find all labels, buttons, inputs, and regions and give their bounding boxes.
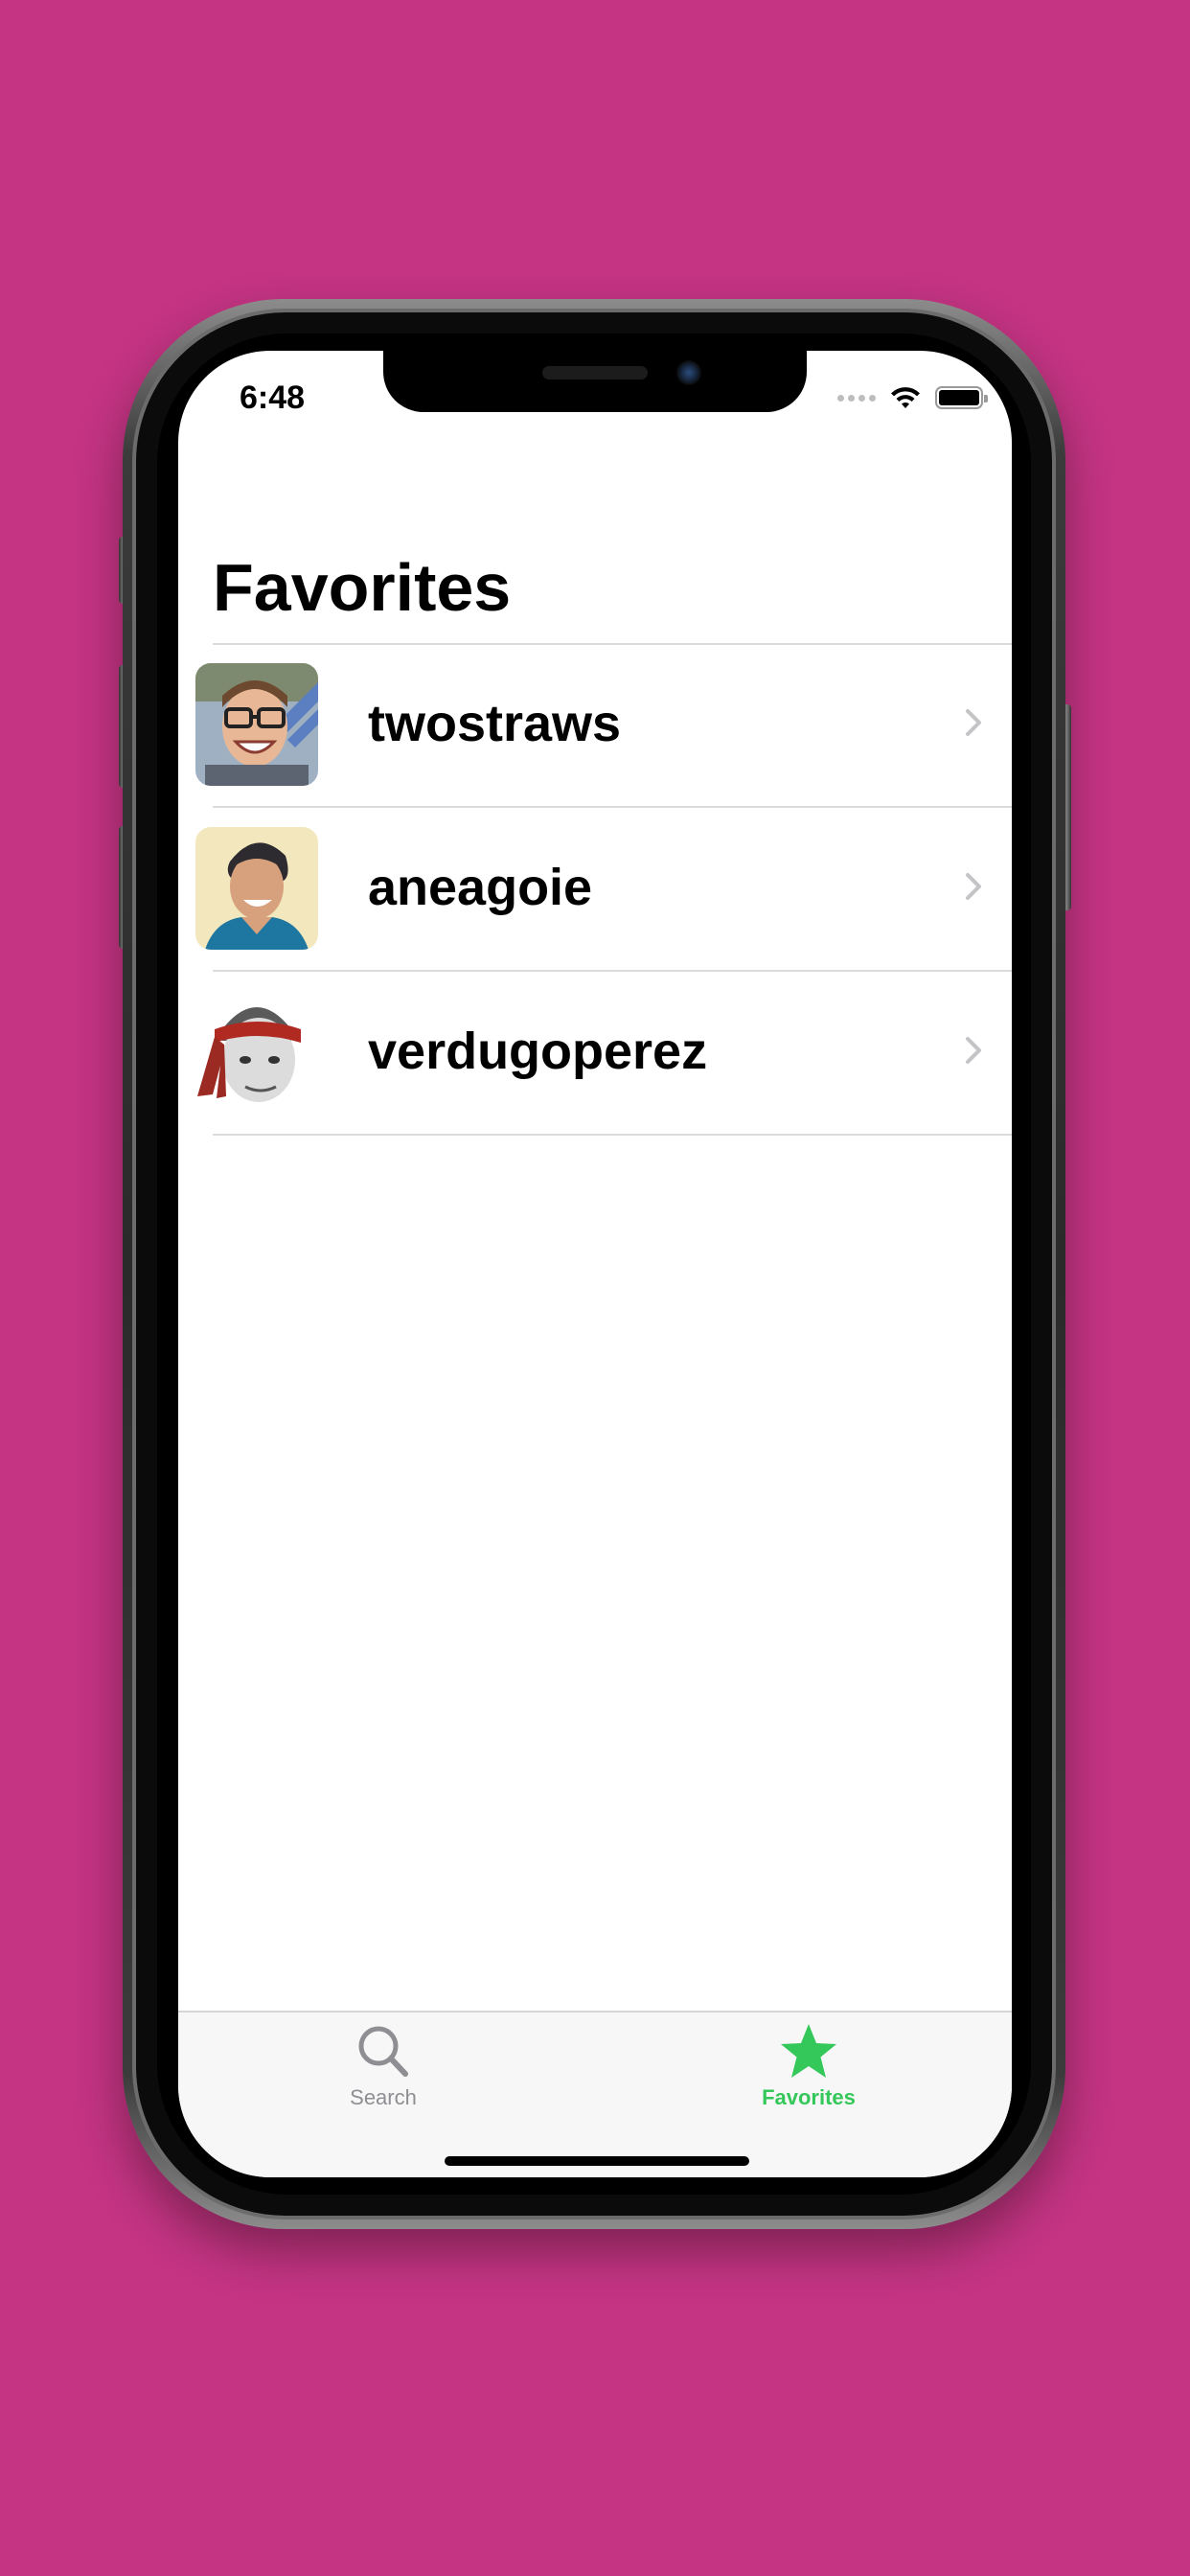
list-item-verdugoperez[interactable]: verdugoperez <box>195 972 1012 1136</box>
battery-icon <box>935 386 988 409</box>
avatar-verdugoperez <box>195 991 318 1114</box>
tab-bar: Search Favorites <box>178 2011 1012 2177</box>
earpiece-speaker <box>542 366 648 380</box>
star-icon <box>781 2024 836 2078</box>
chevron-right-icon <box>966 1037 981 1064</box>
username-label: aneagoie <box>368 859 593 916</box>
tab-favorites[interactable]: Favorites <box>732 2022 885 2110</box>
avatar-aneagoie <box>195 827 318 950</box>
status-icons <box>837 385 988 410</box>
status-time: 6:48 <box>240 380 306 416</box>
tab-favorites-label: Favorites <box>762 2085 856 2109</box>
home-indicator <box>445 2156 749 2166</box>
phone-screen: 6:48 Favorites twostraws aneagoie verdug… <box>178 351 1012 2177</box>
page-title: Favorites <box>213 550 512 625</box>
list-item-twostraws[interactable]: twostraws <box>195 644 1012 808</box>
tab-search-label: Search <box>350 2085 417 2109</box>
tab-search[interactable]: Search <box>307 2022 460 2110</box>
chevron-right-icon <box>966 709 981 736</box>
list-item-aneagoie[interactable]: aneagoie <box>195 808 1012 972</box>
username-label: verdugoperez <box>368 1023 708 1080</box>
wifi-icon <box>891 387 920 408</box>
magnifying-glass-icon <box>358 2026 408 2077</box>
favorites-list: twostraws aneagoie verdugoperez <box>178 644 1012 1136</box>
notch <box>383 351 807 412</box>
cellular-signal-icon <box>837 394 876 402</box>
front-camera <box>676 360 701 385</box>
avatar-twostraws <box>195 663 318 786</box>
chevron-right-icon <box>966 873 981 900</box>
username-label: twostraws <box>368 695 622 752</box>
